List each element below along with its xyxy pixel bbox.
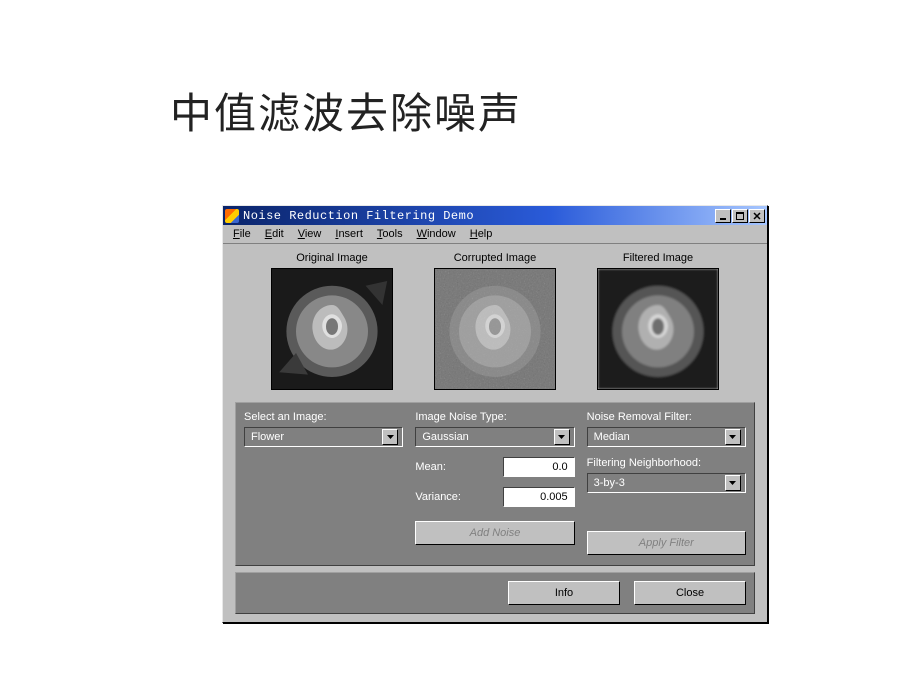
close-app-button[interactable]: Close [634,581,746,605]
variance-label: Variance: [415,491,461,503]
variance-input[interactable]: 0.005 [503,487,575,507]
menu-tools[interactable]: Tools [371,227,409,241]
window-title: Noise Reduction Filtering Demo [243,209,715,223]
menubar: File Edit View Insert Tools Window Help [223,225,767,244]
app-window: Noise Reduction Filtering Demo File Edit… [222,205,768,623]
original-image [271,268,393,390]
titlebar: Noise Reduction Filtering Demo [223,206,767,225]
menu-edit[interactable]: Edit [259,227,290,241]
noise-type-dropdown[interactable]: Gaussian [415,427,574,447]
noise-type-label: Image Noise Type: [415,411,574,423]
filtered-image [597,268,719,390]
filter-label: Noise Removal Filter: [587,411,746,423]
chevron-down-icon [382,429,398,445]
select-image-value: Flower [251,431,284,443]
mean-input[interactable]: 0.0 [503,457,575,477]
menu-window[interactable]: Window [411,227,462,241]
mean-label: Mean: [415,461,446,473]
filtered-image-caption: Filtered Image [593,252,723,264]
maximize-button[interactable] [732,209,748,223]
controls-panel: Select an Image: Flower Image Noise Type… [235,402,755,566]
chevron-down-icon [554,429,570,445]
menu-insert[interactable]: Insert [329,227,369,241]
minimize-button[interactable] [715,209,731,223]
corrupted-image [434,268,556,390]
menu-view[interactable]: View [292,227,328,241]
neighborhood-value: 3-by-3 [594,477,625,489]
chevron-down-icon [725,429,741,445]
bottom-bar: Info Close [235,572,755,614]
select-image-dropdown[interactable]: Flower [244,427,403,447]
info-button[interactable]: Info [508,581,620,605]
original-image-caption: Original Image [267,252,397,264]
page-title: 中值滤波去除噪声 [170,80,920,141]
select-image-label: Select an Image: [244,411,403,423]
filter-value: Median [594,431,630,443]
menu-file[interactable]: File [227,227,257,241]
filter-dropdown[interactable]: Median [587,427,746,447]
apply-filter-button[interactable]: Apply Filter [587,531,746,555]
noise-type-value: Gaussian [422,431,468,443]
neighborhood-dropdown[interactable]: 3-by-3 [587,473,746,493]
corrupted-image-caption: Corrupted Image [430,252,560,264]
add-noise-button[interactable]: Add Noise [415,521,574,545]
menu-help[interactable]: Help [464,227,499,241]
close-button[interactable] [749,209,765,223]
matlab-icon [225,209,239,223]
neighborhood-label: Filtering Neighborhood: [587,457,746,469]
chevron-down-icon [725,475,741,491]
